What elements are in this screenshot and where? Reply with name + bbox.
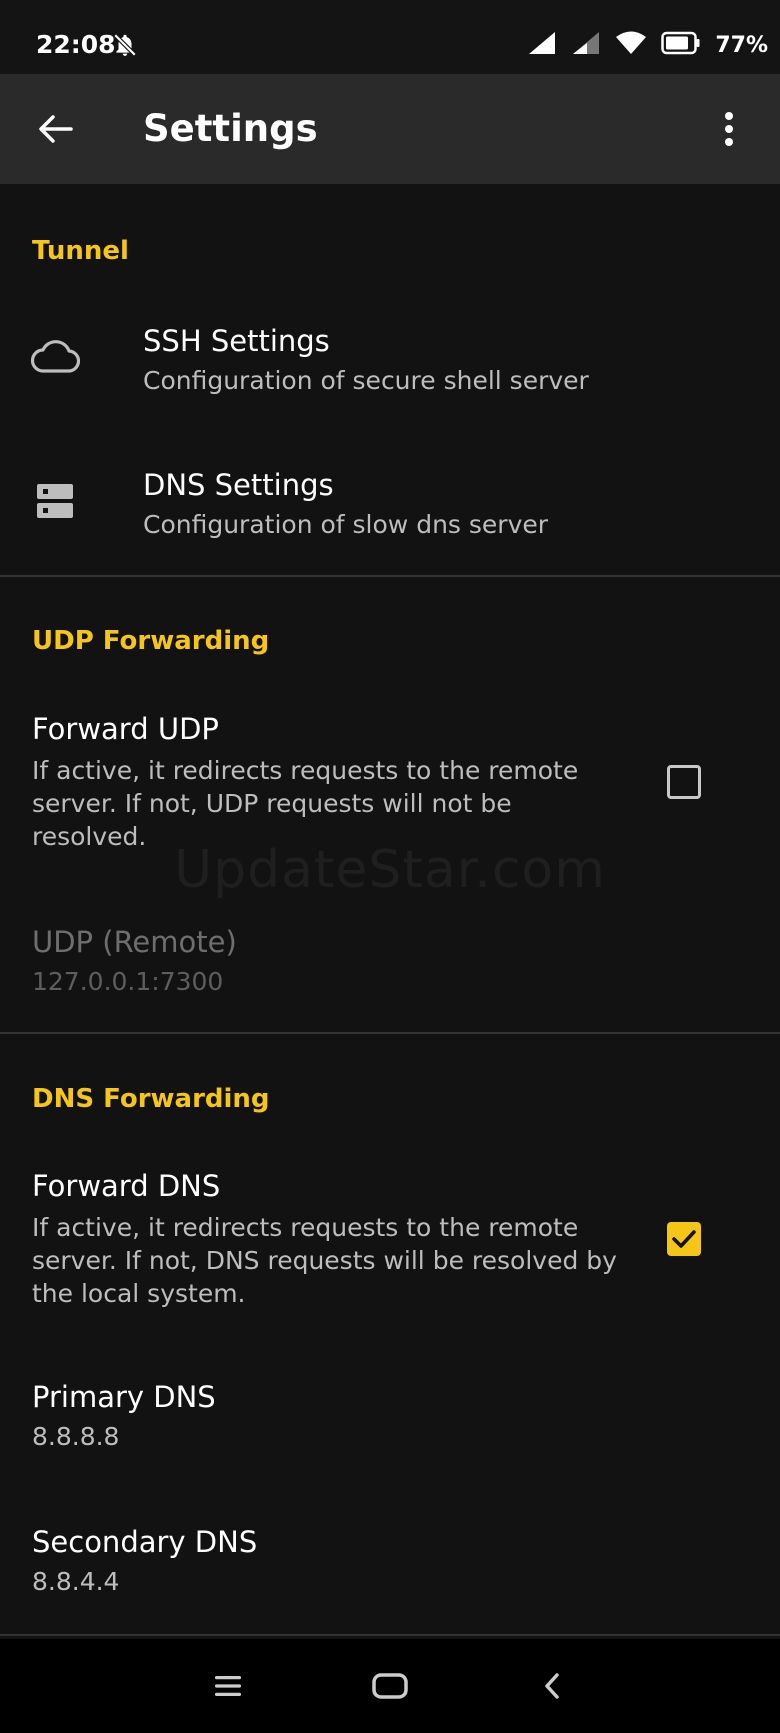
section-divider <box>0 575 780 577</box>
system-nav-bar <box>0 1639 780 1733</box>
arrow-back-icon <box>39 115 73 143</box>
status-time: 22:08 <box>36 30 116 59</box>
section-header-tunnel: Tunnel <box>32 236 129 266</box>
ssh-settings-subtitle: Configuration of secure shell server <box>143 366 589 395</box>
primary-dns-value: 8.8.8.8 <box>32 1422 120 1451</box>
overflow-menu-button[interactable] <box>704 104 754 154</box>
forward-dns-subtitle-line1: If active, it redirects requests to the … <box>32 1213 579 1242</box>
ssh-settings-title: SSH Settings <box>143 324 330 358</box>
forward-udp-subtitle-line1: If active, it redirects requests to the … <box>32 756 579 785</box>
more-vert-icon <box>725 112 733 146</box>
udp-remote-value: 127.0.0.1:7300 <box>32 967 224 996</box>
notifications-muted-icon <box>112 32 140 60</box>
forward-dns-checkbox[interactable] <box>667 1222 701 1256</box>
section-header-udp-forwarding: UDP Forwarding <box>32 626 270 656</box>
secondary-dns-value: 8.8.4.4 <box>32 1567 120 1596</box>
status-bar: 22:08 77% <box>0 0 780 74</box>
forward-udp-checkbox[interactable] <box>667 765 701 799</box>
dns-settings-subtitle: Configuration of slow dns server <box>143 510 549 539</box>
wifi-icon <box>615 30 647 60</box>
dns-settings-title: DNS Settings <box>143 468 334 502</box>
app-toolbar: Settings <box>0 74 780 184</box>
section-divider <box>0 1634 780 1636</box>
udp-remote-title: UDP (Remote) <box>32 925 237 959</box>
home-button[interactable] <box>365 1661 415 1711</box>
forward-udp-subtitle-line2: server. If not, UDP requests will not be <box>32 789 512 818</box>
forward-dns-subtitle-line2: server. If not, DNS requests will be res… <box>32 1246 617 1275</box>
secondary-dns-item[interactable]: Secondary DNS 8.8.4.4 <box>0 1515 780 1625</box>
home-icon <box>372 1673 408 1699</box>
section-header-dns-forwarding: DNS Forwarding <box>32 1084 270 1114</box>
back-nav-button[interactable] <box>527 1661 577 1711</box>
chevron-left-icon <box>545 1673 559 1699</box>
primary-dns-item[interactable]: Primary DNS 8.8.8.8 <box>0 1370 780 1480</box>
ssh-settings-item[interactable]: SSH Settings Configuration of secure she… <box>0 290 780 428</box>
section-divider <box>0 1032 780 1034</box>
dns-settings-item[interactable]: DNS Settings Configuration of slow dns s… <box>0 434 780 572</box>
page-title: Settings <box>143 107 318 150</box>
watermark: UpdateStar.com <box>174 840 606 900</box>
forward-udp-title: Forward UDP <box>32 712 219 746</box>
cloud-icon <box>28 330 82 384</box>
check-icon <box>672 1230 696 1248</box>
signal-weak-icon <box>571 30 601 60</box>
battery-percent: 77% <box>715 32 768 58</box>
menu-icon <box>215 1676 241 1696</box>
secondary-dns-title: Secondary DNS <box>32 1525 258 1559</box>
dns-server-icon <box>28 474 82 528</box>
battery-icon <box>661 31 701 59</box>
forward-dns-item[interactable]: Forward DNS If active, it redirects requ… <box>0 1157 780 1337</box>
status-icons: 77% <box>527 30 768 60</box>
back-button[interactable] <box>30 104 80 154</box>
signal-icon <box>527 30 557 60</box>
primary-dns-title: Primary DNS <box>32 1380 216 1414</box>
udp-remote-item: UDP (Remote) 127.0.0.1:7300 <box>0 915 780 1025</box>
recents-button[interactable] <box>203 1661 253 1711</box>
forward-dns-title: Forward DNS <box>32 1169 221 1203</box>
forward-dns-subtitle-line3: the local system. <box>32 1279 246 1308</box>
